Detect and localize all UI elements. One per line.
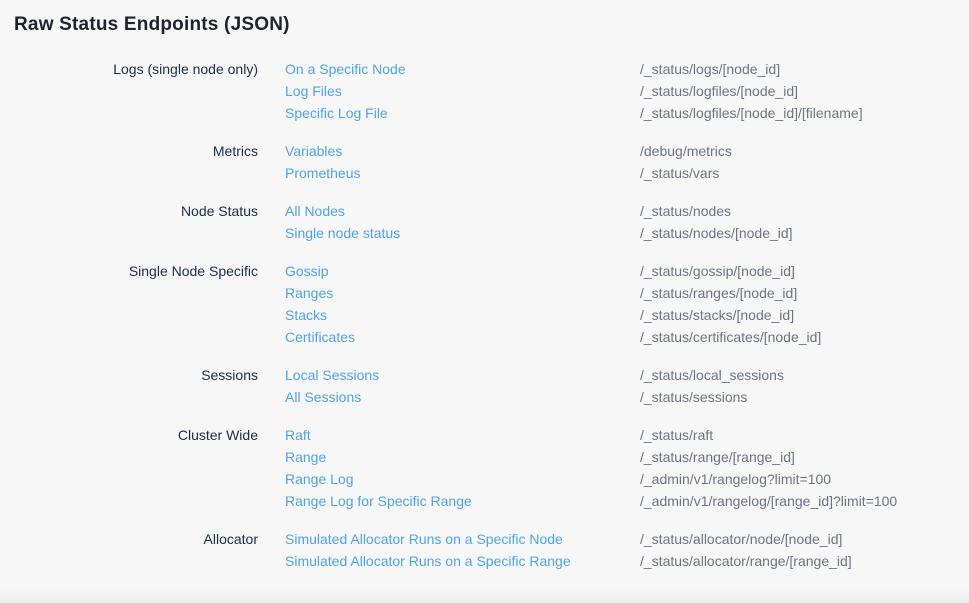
- endpoint-path: /_status/nodes/[node_id]: [640, 222, 969, 244]
- endpoint-link[interactable]: Local Sessions: [285, 364, 613, 386]
- endpoint-link[interactable]: All Sessions: [285, 386, 613, 408]
- endpoint-link[interactable]: All Nodes: [285, 200, 613, 222]
- category-label: Cluster Wide: [0, 424, 258, 446]
- endpoint-path: /debug/metrics: [640, 140, 969, 162]
- endpoint-group-node-status: Node Status All Nodes Single node status…: [0, 200, 969, 244]
- paths-column: /_status/raft /_status/range/[range_id] …: [640, 424, 969, 512]
- links-column: On a Specific Node Log Files Specific Lo…: [285, 58, 613, 124]
- endpoint-link[interactable]: Stacks: [285, 304, 613, 326]
- endpoint-group-cluster-wide: Cluster Wide Raft Range Range Log Range …: [0, 424, 969, 512]
- links-column: Variables Prometheus: [285, 140, 613, 184]
- endpoint-path: /_status/allocator/range/[range_id]: [640, 550, 969, 572]
- category-label: Node Status: [0, 200, 258, 222]
- endpoint-group-sessions: Sessions Local Sessions All Sessions /_s…: [0, 364, 969, 408]
- endpoint-link[interactable]: Range Log: [285, 468, 613, 490]
- endpoint-path: /_status/logfiles/[node_id]: [640, 80, 969, 102]
- endpoint-path: /_status/gossip/[node_id]: [640, 260, 969, 282]
- endpoint-group-metrics: Metrics Variables Prometheus /debug/metr…: [0, 140, 969, 184]
- endpoint-link[interactable]: Variables: [285, 140, 613, 162]
- endpoint-list: Logs (single node only) On a Specific No…: [0, 58, 969, 572]
- endpoint-link[interactable]: Certificates: [285, 326, 613, 348]
- paths-column: /debug/metrics /_status/vars: [640, 140, 969, 184]
- endpoint-link[interactable]: Raft: [285, 424, 613, 446]
- endpoint-link[interactable]: Prometheus: [285, 162, 613, 184]
- links-column: Simulated Allocator Runs on a Specific N…: [285, 528, 613, 572]
- endpoint-link[interactable]: Simulated Allocator Runs on a Specific N…: [285, 528, 613, 550]
- endpoint-path: /_admin/v1/rangelog?limit=100: [640, 468, 969, 490]
- endpoint-link[interactable]: Gossip: [285, 260, 613, 282]
- page-title: Raw Status Endpoints (JSON): [0, 0, 969, 37]
- endpoint-link[interactable]: Range: [285, 446, 613, 468]
- endpoint-path: /_status/nodes: [640, 200, 969, 222]
- endpoint-path: /_status/local_sessions: [640, 364, 969, 386]
- paths-column: /_status/nodes /_status/nodes/[node_id]: [640, 200, 969, 244]
- paths-column: /_status/logs/[node_id] /_status/logfile…: [640, 58, 969, 124]
- endpoint-group-allocator: Allocator Simulated Allocator Runs on a …: [0, 528, 969, 572]
- endpoint-path: /_status/range/[range_id]: [640, 446, 969, 468]
- endpoint-path: /_status/certificates/[node_id]: [640, 326, 969, 348]
- endpoint-path: /_status/sessions: [640, 386, 969, 408]
- category-label: Sessions: [0, 364, 258, 386]
- endpoint-path: /_admin/v1/rangelog/[range_id]?limit=100: [640, 490, 969, 512]
- endpoint-path: /_status/stacks/[node_id]: [640, 304, 969, 326]
- links-column: Gossip Ranges Stacks Certificates: [285, 260, 613, 348]
- endpoint-group-single-node-specific: Single Node Specific Gossip Ranges Stack…: [0, 260, 969, 348]
- links-column: Raft Range Range Log Range Log for Speci…: [285, 424, 613, 512]
- endpoint-link[interactable]: Simulated Allocator Runs on a Specific R…: [285, 550, 613, 572]
- links-column: All Nodes Single node status: [285, 200, 613, 244]
- category-label: Logs (single node only): [0, 58, 258, 80]
- endpoint-path: /_status/logfiles/[node_id]/[filename]: [640, 102, 969, 124]
- endpoint-link[interactable]: Log Files: [285, 80, 613, 102]
- bottom-edge-shadow: [0, 589, 969, 603]
- endpoint-link[interactable]: Single node status: [285, 222, 613, 244]
- endpoint-path: /_status/vars: [640, 162, 969, 184]
- category-label: Single Node Specific: [0, 260, 258, 282]
- category-label: Allocator: [0, 528, 258, 550]
- endpoint-link[interactable]: Range Log for Specific Range: [285, 490, 613, 512]
- endpoint-path: /_status/raft: [640, 424, 969, 446]
- paths-column: /_status/allocator/node/[node_id] /_stat…: [640, 528, 969, 572]
- endpoint-link[interactable]: Specific Log File: [285, 102, 613, 124]
- endpoint-path: /_status/ranges/[node_id]: [640, 282, 969, 304]
- endpoint-link[interactable]: On a Specific Node: [285, 58, 613, 80]
- endpoint-group-logs: Logs (single node only) On a Specific No…: [0, 58, 969, 124]
- paths-column: /_status/gossip/[node_id] /_status/range…: [640, 260, 969, 348]
- endpoint-link[interactable]: Ranges: [285, 282, 613, 304]
- paths-column: /_status/local_sessions /_status/session…: [640, 364, 969, 408]
- endpoint-path: /_status/allocator/node/[node_id]: [640, 528, 969, 550]
- links-column: Local Sessions All Sessions: [285, 364, 613, 408]
- endpoint-path: /_status/logs/[node_id]: [640, 58, 969, 80]
- category-label: Metrics: [0, 140, 258, 162]
